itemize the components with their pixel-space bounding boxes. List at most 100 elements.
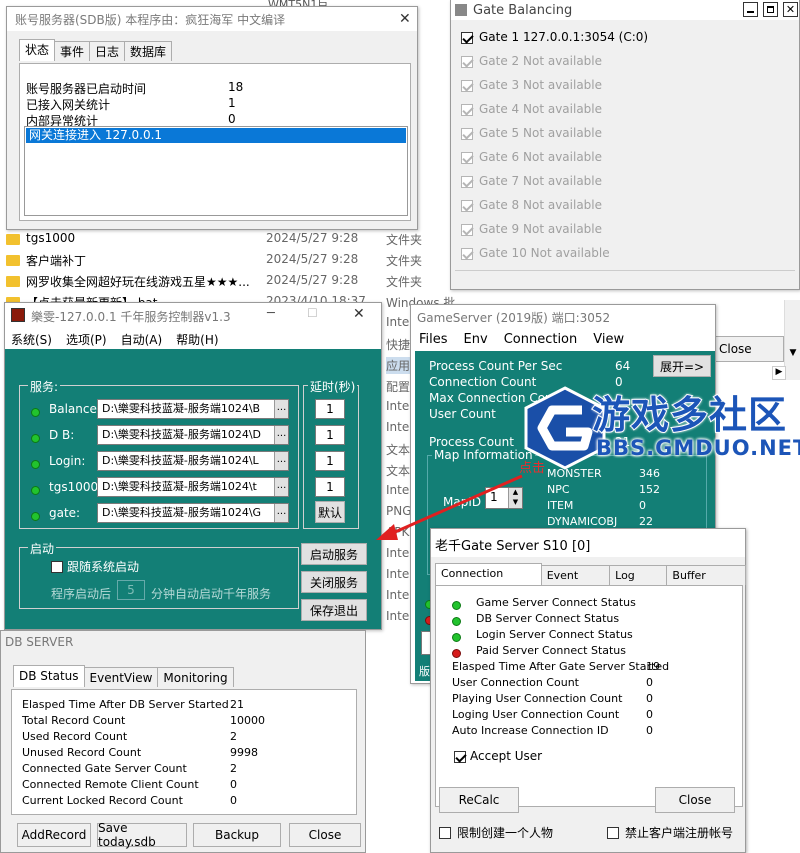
minimize-icon[interactable]: ─	[267, 306, 275, 321]
ban-register-checkbox[interactable]	[607, 825, 619, 839]
explorer-row-name[interactable]: 网罗收集全网超好玩在线游戏五星★★★...	[26, 273, 250, 290]
service-path-text: D:\樂雯科技蓝凝-服务端1024\D	[102, 428, 262, 441]
menu-item[interactable]: Env	[464, 332, 488, 347]
checkbox-box[interactable]	[461, 247, 473, 260]
start-service-button[interactable]: 启动服务	[301, 543, 367, 565]
gate-checkbox[interactable]	[461, 174, 473, 188]
stat-value: 0	[230, 778, 237, 791]
service-path-input[interactable]: D:\樂雯科技蓝凝-服务端1024\B...	[97, 399, 289, 419]
gate-checkbox[interactable]	[461, 30, 473, 44]
browse-button[interactable]: ...	[274, 504, 288, 522]
tab-0[interactable]: 状态	[19, 39, 56, 61]
stat-value: 1	[228, 96, 236, 110]
gate-checkbox[interactable]	[461, 126, 473, 140]
explorer-scroll-track[interactable]	[784, 300, 800, 380]
browse-button[interactable]: ...	[274, 426, 288, 444]
follow-system-checkbox[interactable]	[51, 559, 63, 573]
explorer-row-name[interactable]: 客户端补丁	[26, 252, 86, 269]
checkbox-box[interactable]	[461, 199, 473, 212]
menu-item[interactable]: 选项(P)	[66, 331, 107, 348]
gate-checkbox[interactable]	[461, 150, 473, 164]
checkbox-box[interactable]	[461, 151, 473, 164]
stat-value: 0	[646, 724, 653, 737]
gate-checkbox[interactable]	[461, 78, 473, 92]
controller-app-icon	[11, 308, 25, 322]
tab-3[interactable]: Buffer Status	[666, 565, 747, 598]
save-exit-button[interactable]: 保存退出	[301, 599, 367, 621]
after-minutes-input[interactable]: 5	[117, 580, 145, 600]
menu-item[interactable]: Files	[419, 332, 448, 347]
tab-1[interactable]: 事件	[54, 41, 91, 61]
default-button[interactable]: 默认	[315, 501, 345, 523]
tab-0[interactable]: Connection Status	[435, 563, 542, 596]
maximize-button[interactable]	[763, 2, 778, 17]
delay-input[interactable]: 1	[315, 399, 345, 419]
tab-2[interactable]: 日志	[89, 41, 126, 61]
minimize-button[interactable]	[743, 2, 758, 17]
status-label: Game Server Connect Status	[476, 596, 636, 609]
gate-checkbox[interactable]	[461, 198, 473, 212]
close-button[interactable]: ✕	[783, 2, 798, 17]
limit-character-checkbox[interactable]	[439, 825, 451, 839]
menu-item[interactable]: Connection	[504, 332, 578, 347]
checkbox-box[interactable]	[461, 127, 473, 140]
service-path-input[interactable]: D:\樂雯科技蓝凝-服务端1024\G...	[97, 503, 289, 523]
menu-item[interactable]: 系统(S)	[11, 331, 52, 348]
gate-checkbox[interactable]	[461, 246, 473, 260]
menu-item[interactable]: 自动(A)	[121, 331, 163, 348]
menu-item[interactable]: 帮助(H)	[176, 331, 218, 348]
close-icon[interactable]: ✕	[353, 306, 365, 322]
status-dot-icon	[452, 601, 461, 610]
count-label: NPC	[547, 483, 570, 496]
list-item[interactable]: 网关连接进入 127.0.0.1	[26, 128, 406, 143]
stat-label: Used Record Count	[22, 730, 128, 743]
gate-checkbox[interactable]	[461, 54, 473, 68]
browse-button[interactable]: ...	[274, 400, 288, 418]
tab-3[interactable]: 数据库	[124, 41, 173, 61]
delay-input[interactable]: 1	[315, 425, 345, 445]
checkbox-box[interactable]	[439, 826, 451, 839]
delay-input[interactable]: 1	[315, 451, 345, 471]
gate-checkbox[interactable]	[461, 222, 473, 236]
db-button-0[interactable]: AddRecord	[17, 823, 91, 847]
account-tabs: 状态 事件 日志 数据库	[19, 39, 173, 61]
db-button-2[interactable]: Backup	[193, 823, 281, 847]
tab-2[interactable]: Log View	[609, 565, 668, 598]
delay-input[interactable]: 1	[315, 477, 345, 497]
tab-1[interactable]: Event View	[540, 565, 611, 598]
scroll-right-arrow[interactable]: ▶	[772, 366, 786, 380]
accept-user-checkbox[interactable]	[454, 749, 466, 763]
status-dot	[452, 598, 461, 612]
checkbox-box[interactable]	[461, 103, 473, 116]
checkbox-box[interactable]	[454, 750, 466, 763]
gate-server-close-button[interactable]: Close	[655, 787, 735, 813]
checkbox-box[interactable]	[461, 175, 473, 188]
browse-button[interactable]: ...	[274, 452, 288, 470]
db-button-1[interactable]: Save today.sdb	[97, 821, 187, 849]
service-path-input[interactable]: D:\樂雯科技蓝凝-服务端1024\D...	[97, 425, 289, 445]
explorer-row-name[interactable]: tgs1000	[26, 231, 75, 245]
checkbox-box[interactable]	[607, 826, 619, 839]
checkbox-box[interactable]	[461, 55, 473, 68]
stat-value: 0	[230, 794, 237, 807]
checkbox-box[interactable]	[461, 79, 473, 92]
service-path-text: D:\樂雯科技蓝凝-服务端1024\G	[102, 506, 262, 519]
scroll-down-arrow[interactable]: ▼	[786, 348, 800, 362]
db-button-3[interactable]: Close	[289, 823, 361, 847]
service-path-input[interactable]: D:\樂雯科技蓝凝-服务端1024\t...	[97, 477, 289, 497]
gate-checkbox[interactable]	[461, 102, 473, 116]
checkbox-box[interactable]	[461, 223, 473, 236]
stop-service-button[interactable]: 关闭服务	[301, 571, 367, 593]
expand-button[interactable]: 展开=>	[653, 355, 711, 377]
tab-0[interactable]: DB Status	[13, 665, 85, 687]
tab-1[interactable]: EventView	[83, 667, 159, 687]
tab-2[interactable]: Monitoring	[157, 667, 234, 687]
menu-item[interactable]: View	[593, 332, 624, 347]
account-log-list[interactable]: 网关连接进入 127.0.0.1	[24, 126, 408, 216]
checkbox-box[interactable]	[461, 31, 473, 44]
close-icon[interactable]: ✕	[399, 11, 411, 27]
browse-button[interactable]: ...	[274, 478, 288, 496]
recalc-button[interactable]: ReCalc	[439, 787, 519, 813]
checkbox-box[interactable]	[51, 560, 63, 573]
service-path-input[interactable]: D:\樂雯科技蓝凝-服务端1024\L...	[97, 451, 289, 471]
